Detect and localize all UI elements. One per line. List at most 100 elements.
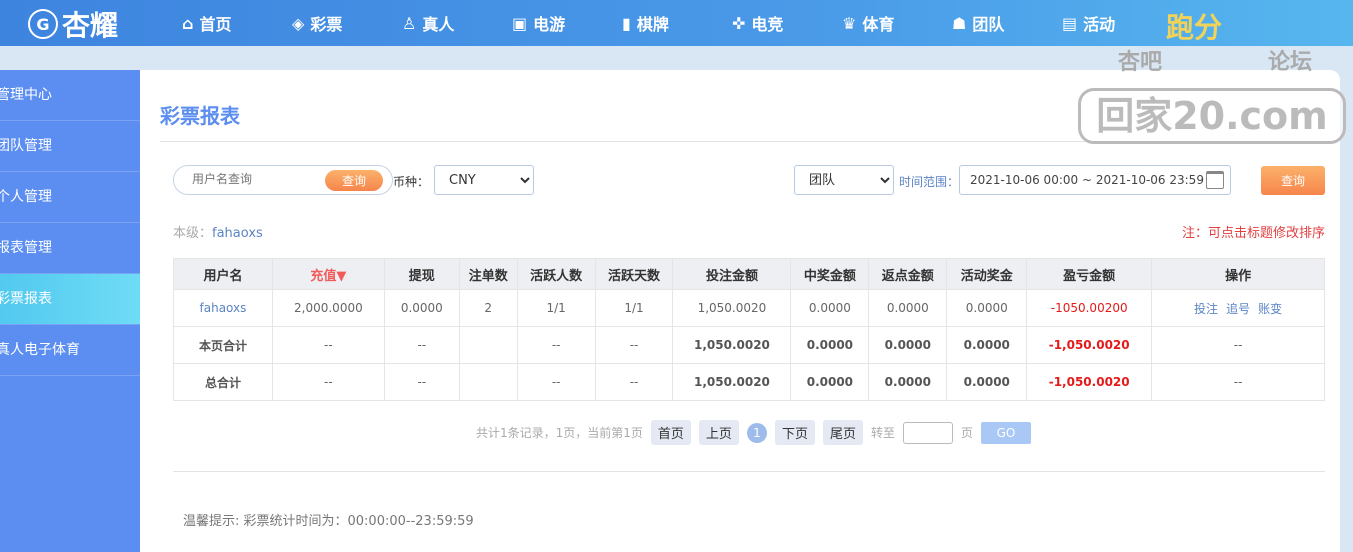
- goto-label: 转至: [870, 426, 895, 440]
- search-button[interactable]: 查询: [325, 170, 383, 191]
- column-header[interactable]: 注单数: [458, 258, 518, 290]
- table-cell: [458, 326, 518, 364]
- nav-label: 首页: [199, 15, 232, 34]
- nav-item-0[interactable]: ⌂ 首页: [182, 0, 292, 46]
- pagination: 共计1条记录，1页，当前第1页 首页 上页 1 下页 尾页 转至 页 GO: [476, 420, 1031, 445]
- table-cell: --: [383, 326, 460, 364]
- first-page-button[interactable]: 首页: [650, 420, 691, 445]
- slot-icon: ▣: [512, 13, 528, 33]
- table-cell: 0.0000: [868, 289, 948, 327]
- nav-item-4[interactable]: ▮ 棋牌: [622, 0, 732, 46]
- level-user[interactable]: fahaoxs: [212, 226, 263, 241]
- sidebar-item[interactable]: 彩票报表: [0, 274, 140, 325]
- go-button[interactable]: GO: [981, 421, 1031, 444]
- sidebar-item[interactable]: 报表管理: [0, 223, 140, 274]
- gift-icon: ▤: [1062, 13, 1078, 33]
- card-icon: ▮: [622, 13, 631, 33]
- table-cell: --: [271, 363, 385, 401]
- column-header[interactable]: 用户名: [173, 258, 273, 290]
- action-link[interactable]: 追号: [1226, 302, 1250, 316]
- table-cell: 1,050.0020: [672, 326, 792, 364]
- column-header[interactable]: 投注金额: [672, 258, 792, 290]
- table-row: 本页合计 -- -- -- -- 1,050.0020 0.0000 0.0000 0.0000…: [173, 326, 1325, 364]
- calendar-icon[interactable]: [1206, 171, 1224, 189]
- page-title: 彩票报表: [160, 104, 240, 128]
- top-nav-bar: G 杏耀 ⌂ 首页 ◈ 彩票 ♙ 真人 ▣ 电游 ▮ 棋牌 ✜ 电竞 ♛ 体育 ☗ 团队 ▤ 活动 跑分: [0, 0, 1353, 46]
- table-cell: -1,050.0020: [1026, 363, 1153, 401]
- table-cell: 1,050.0020: [672, 289, 792, 327]
- current-page[interactable]: 1: [746, 422, 767, 443]
- next-page-button[interactable]: 下页: [774, 420, 815, 445]
- table-cell: --: [271, 326, 385, 364]
- scope-select[interactable]: 团队: [794, 165, 894, 195]
- column-header[interactable]: 活动奖金: [946, 258, 1028, 290]
- table-cell: --: [594, 363, 674, 401]
- table-cell: 0.0000: [790, 289, 870, 327]
- nav-item-5[interactable]: ✜ 电竞: [732, 0, 842, 46]
- goto-page-input[interactable]: [902, 421, 953, 444]
- divider: [173, 471, 1325, 472]
- date-range-input[interactable]: 2021-10-06 00:00 ~ 2021-10-06 23:59: [959, 165, 1231, 195]
- ticket-icon: ◈: [292, 13, 305, 33]
- trophy-icon: ♛: [842, 13, 857, 33]
- team-icon: ☗: [952, 13, 967, 33]
- nav-item-2[interactable]: ♙ 真人: [402, 0, 512, 46]
- person-icon: ♙: [402, 13, 417, 33]
- table-row: 总合计 -- -- -- -- 1,050.0020 0.0000 0.0000 0.0000-…: [173, 363, 1325, 401]
- logo[interactable]: G 杏耀: [28, 4, 118, 44]
- nav-label: 彩票: [310, 15, 343, 34]
- nav-item-8[interactable]: ▤ 活动: [1062, 0, 1172, 46]
- column-header[interactable]: 活跃人数: [516, 258, 596, 290]
- nav-label: 体育: [862, 15, 895, 34]
- table-cell: 0.0000: [790, 326, 870, 364]
- table-cell: 0.0000: [383, 289, 460, 327]
- query-button[interactable]: 查询: [1261, 166, 1325, 195]
- date-range-value: 2021-10-06 00:00 ~ 2021-10-06 23:59: [970, 173, 1204, 187]
- level-label: 本级：: [173, 226, 213, 241]
- action-link[interactable]: 账变: [1258, 302, 1282, 316]
- table-cell: 0.0000: [790, 363, 870, 401]
- column-header[interactable]: 返点金额: [868, 258, 948, 290]
- column-header[interactable]: 中奖金额: [790, 258, 870, 290]
- sidebar-item[interactable]: 个人管理: [0, 172, 140, 223]
- tip-text: 温馨提示: 彩票统计时间为：00:00:00--23:59:59: [183, 514, 474, 529]
- username-link[interactable]: fahaoxs: [200, 301, 247, 315]
- actions-cell: 投注 追号 账变: [1151, 289, 1325, 327]
- username-search: 查询: [173, 165, 393, 195]
- currency-select[interactable]: CNY: [434, 165, 534, 195]
- divider: [160, 141, 1325, 142]
- username-input[interactable]: [192, 172, 312, 186]
- table-cell: 0.0000: [946, 363, 1028, 401]
- table-cell: --: [516, 363, 596, 401]
- nav-item-7[interactable]: ☗ 团队: [952, 0, 1062, 46]
- table-row: fahaoxs 2,000.0000 0.0000 2 1/1 1/1 1,050.0020…: [173, 289, 1325, 327]
- nav-label: 棋牌: [636, 15, 669, 34]
- nav-label: 电竞: [751, 15, 784, 34]
- table-cell: 1,050.0020: [672, 363, 792, 401]
- last-page-button[interactable]: 尾页: [822, 420, 863, 445]
- column-header[interactable]: 操作: [1151, 258, 1325, 290]
- column-header[interactable]: 活跃天数: [594, 258, 674, 290]
- column-header[interactable]: 提现: [383, 258, 460, 290]
- nav-label: 电游: [533, 15, 566, 34]
- nav-item-3[interactable]: ▣ 电游: [512, 0, 622, 46]
- pager-summary: 共计1条记录，1页，当前第1页: [476, 426, 643, 440]
- main-nav: ⌂ 首页 ◈ 彩票 ♙ 真人 ▣ 电游 ▮ 棋牌 ✜ 电竞 ♛ 体育 ☗ 团队 ▤ 活动: [182, 0, 1172, 46]
- sidebar-item[interactable]: 管理中心: [0, 70, 140, 121]
- paofen-link[interactable]: 跑分: [1166, 6, 1222, 46]
- sidebar-item[interactable]: 团队管理: [0, 121, 140, 172]
- prev-page-button[interactable]: 上页: [698, 420, 739, 445]
- nav-item-1[interactable]: ◈ 彩票: [292, 0, 402, 46]
- action-link[interactable]: 投注: [1194, 302, 1218, 316]
- table-cell: --: [516, 326, 596, 364]
- sidebar-item[interactable]: 真人电子体育: [0, 325, 140, 376]
- table-cell: --: [383, 363, 460, 401]
- column-header[interactable]: 充值▼: [271, 258, 385, 290]
- column-header[interactable]: 盈亏金额: [1026, 258, 1153, 290]
- table-cell: 总合计: [173, 363, 273, 401]
- nav-label: 活动: [1083, 15, 1116, 34]
- table-cell: 2: [458, 289, 518, 327]
- report-table: 用户名 充值▼ 提现 注单数 活跃人数 活跃天数 投注金额 中奖金额 返点金额 活动奖金 盈亏金额操…: [173, 258, 1325, 401]
- nav-item-6[interactable]: ♛ 体育: [842, 0, 952, 46]
- gamepad-icon: ✜: [732, 13, 746, 33]
